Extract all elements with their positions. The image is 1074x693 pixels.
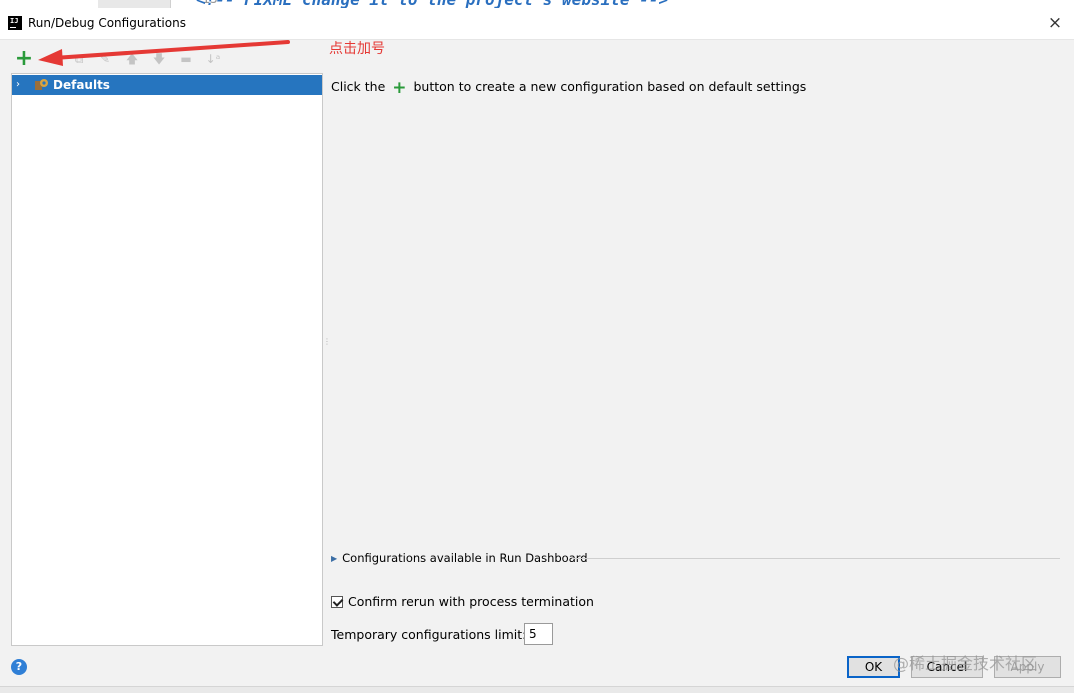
app-icon-text: IJ <box>10 17 19 25</box>
editor-gutter: 13 <box>98 0 218 8</box>
add-configuration-button[interactable]: + <box>14 48 34 70</box>
editor-code-line: <!-- FIXME change it to the project's we… <box>196 0 668 8</box>
close-icon[interactable]: × <box>1044 12 1066 34</box>
add-icon: + <box>392 78 407 98</box>
intellij-app-icon: IJ <box>8 16 22 30</box>
hint-text-before: Click the <box>331 79 386 94</box>
confirm-rerun-label: Confirm rerun with process termination <box>348 594 594 609</box>
expand-triangle-icon: ▶ <box>331 554 338 563</box>
temp-limit-label: Temporary configurations limit: <box>331 627 527 642</box>
background-editor: 13 <!-- FIXME change it to the project's… <box>0 0 1074 8</box>
dialog-title: Run/Debug Configurations <box>28 16 186 30</box>
run-dashboard-label: Configurations available in Run Dashboar… <box>342 551 588 565</box>
watermark: @稀土掘金技术社区 <box>893 654 1038 673</box>
annotation-label: 点击加号 <box>329 41 385 57</box>
empty-state-hint: Click the + button to create a new confi… <box>331 78 806 98</box>
run-dashboard-section[interactable]: ▶ Configurations available in Run Dashboa… <box>331 551 588 565</box>
defaults-config-icon <box>35 79 48 90</box>
tree-item-label: Defaults <box>53 78 110 92</box>
dialog-titlebar: IJ Run/Debug Configurations × <box>0 8 1074 40</box>
temp-limit-input[interactable] <box>524 623 553 645</box>
confirm-rerun-checkbox[interactable] <box>331 596 343 608</box>
help-icon[interactable]: ? <box>11 659 27 675</box>
splitter-handle[interactable]: ⋮ <box>323 338 331 354</box>
chevron-right-icon[interactable]: › <box>16 75 20 95</box>
configuration-tree[interactable]: › Defaults <box>11 73 323 646</box>
annotation-arrow <box>38 40 290 66</box>
hint-text-after: button to create a new configuration bas… <box>413 79 807 94</box>
tree-item-defaults[interactable]: › Defaults <box>12 75 322 95</box>
section-divider <box>572 558 1060 559</box>
